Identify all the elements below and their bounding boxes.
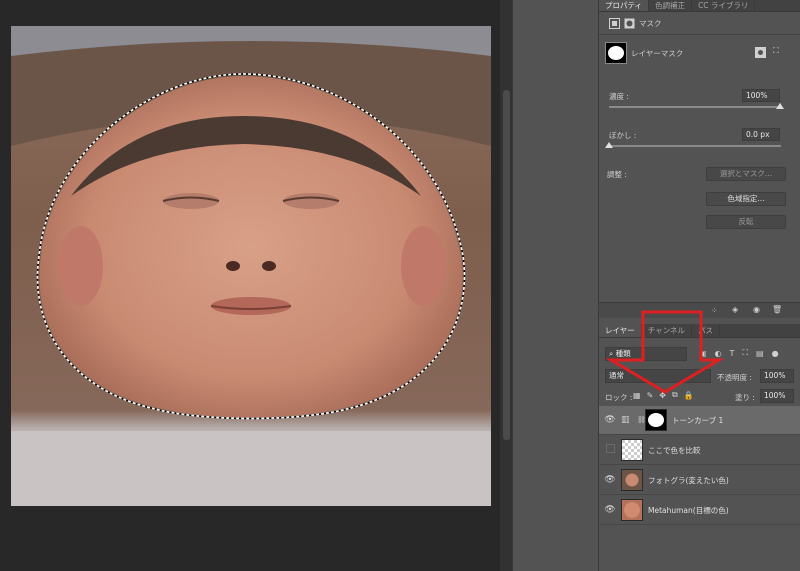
canvas-scrollbar-thumb[interactable] <box>503 90 510 440</box>
right-panel-column: プロパティ 色調補正 CC ライブラリ マスク レイヤーマスク ⛶ 濃度 : 1… <box>598 0 800 571</box>
red-annotation-arrow <box>605 310 725 394</box>
document-canvas[interactable] <box>11 26 491 506</box>
panel-dock-gutter <box>512 0 598 571</box>
canvas-area[interactable] <box>0 0 512 571</box>
face-texture-image <box>11 26 491 506</box>
